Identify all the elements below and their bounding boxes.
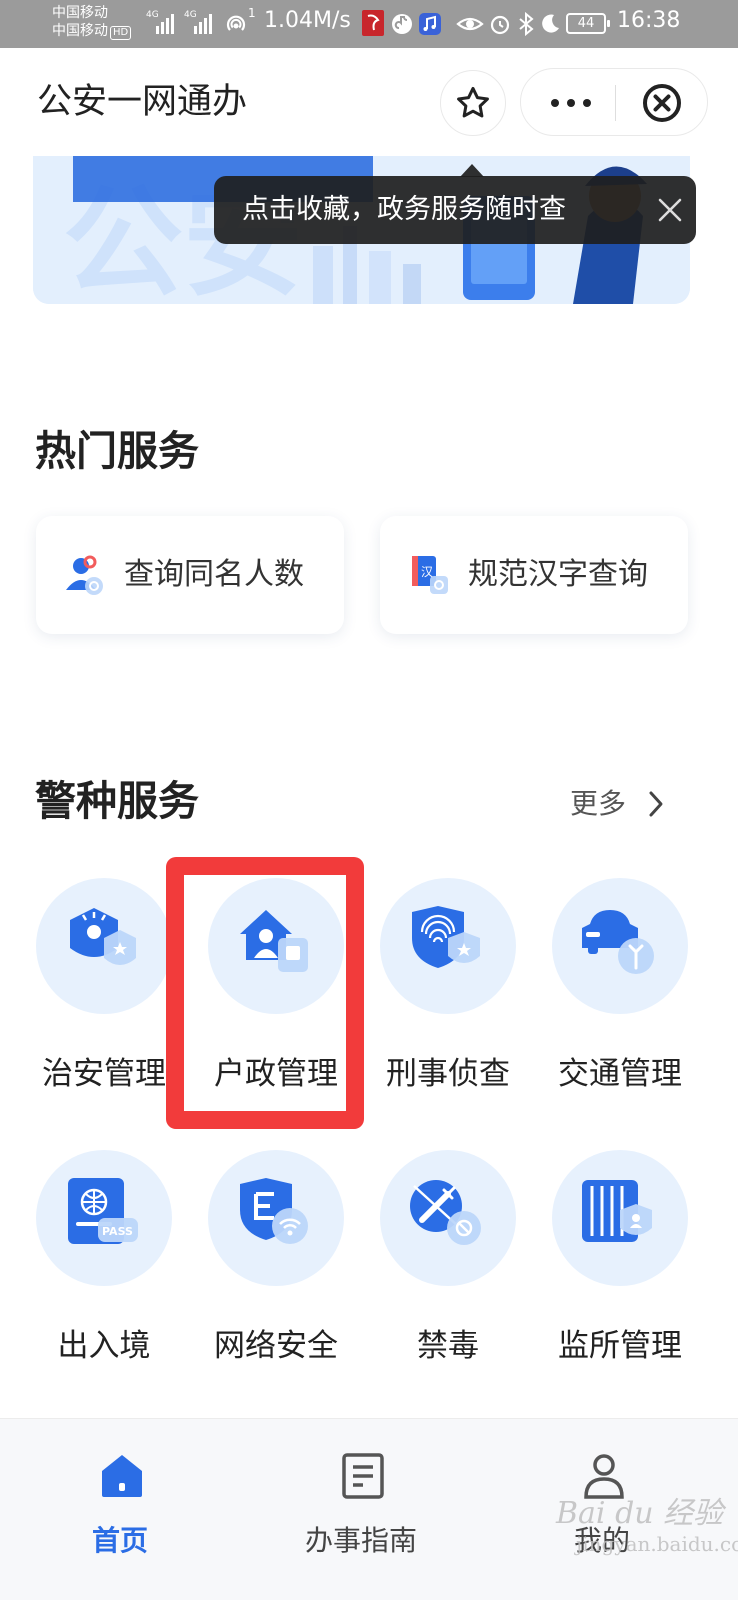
- signal-icon-2: 4G: [184, 10, 212, 34]
- hot-service-label: 规范汉字查询: [468, 557, 648, 592]
- hot-service-same-name-query[interactable]: 查询同名人数: [36, 516, 344, 634]
- alarm-icon: [490, 15, 510, 35]
- favorite-tooltip: 点击收藏，政务服务随时查: [214, 176, 696, 244]
- tab-home[interactable]: 首页: [40, 1419, 200, 1600]
- prison-icon: [582, 1180, 652, 1242]
- battery-indicator: 44: [566, 13, 610, 34]
- chevron-right-icon: [649, 791, 663, 817]
- svg-text:汉: 汉: [421, 565, 433, 579]
- more-dots-icon[interactable]: [551, 99, 591, 107]
- person-search-icon: [66, 555, 103, 595]
- service-label: 治安管理: [42, 1056, 166, 1092]
- guide-document-icon: [342, 1453, 384, 1499]
- service-label: 网络安全: [214, 1328, 338, 1364]
- service-label: 出入境: [57, 1328, 151, 1364]
- watermark-brand: Bai du 经验: [556, 1496, 724, 1531]
- police-badge-icon: [70, 908, 136, 965]
- highlight-annotation-box: [166, 857, 364, 1129]
- police-services-title: 警种服务: [35, 777, 199, 825]
- tab-label: 首页: [91, 1524, 148, 1557]
- tab-guide[interactable]: 办事指南: [281, 1419, 441, 1600]
- tab-label: 办事指南: [304, 1524, 417, 1557]
- mini-program-capsule: [520, 68, 708, 136]
- watermark: Bai du 经验 jingyan.baidu.com: [556, 1488, 738, 1556]
- carrier-info: 中国移动 中国移动 HD: [52, 4, 132, 40]
- watermark-sub: jingyan.baidu.com: [576, 1532, 738, 1556]
- status-bar: 中国移动 中国移动 HD 4G 4G 1 1.04M/s 44 16:38: [0, 0, 738, 48]
- hot-service-label: 查询同名人数: [124, 557, 304, 592]
- eye-icon: [456, 17, 484, 31]
- more-label: 更多: [570, 787, 627, 820]
- net-speed: 1.04M/s: [264, 8, 351, 33]
- service-label: 交通管理: [558, 1056, 682, 1092]
- hot-services-title: 热门服务: [35, 427, 199, 475]
- signal-icon-1: 4G: [146, 10, 174, 34]
- carrier-1: 中国移动: [52, 5, 108, 21]
- tooltip-text: 点击收藏，政务服务随时查: [242, 194, 566, 225]
- hotspot-count: 1: [248, 6, 256, 20]
- no-drugs-icon: [410, 1180, 481, 1245]
- bluetooth-icon: [519, 12, 534, 36]
- service-label: 监所管理: [558, 1328, 682, 1364]
- hotspot-icon: [226, 15, 246, 31]
- app-notification-icon: [362, 10, 384, 36]
- passport-icon: PASS: [68, 1178, 138, 1244]
- tiktok-notification-icon: [392, 14, 412, 34]
- close-circle-icon[interactable]: [641, 82, 683, 124]
- carrier-2: 中国移动: [52, 23, 108, 39]
- car-icon: [582, 910, 654, 974]
- status-time: 16:38: [617, 8, 681, 33]
- close-icon[interactable]: [656, 196, 684, 224]
- home-icon: [102, 1455, 142, 1497]
- favorite-button[interactable]: [440, 70, 506, 136]
- service-label: 禁毒: [417, 1328, 479, 1364]
- hot-service-standard-chinese-query[interactable]: 汉 规范汉字查询: [380, 516, 688, 634]
- service-label: 刑事侦查: [386, 1056, 510, 1092]
- music-notification-icon: [419, 13, 441, 35]
- hd-badge: HD: [110, 26, 132, 40]
- fingerprint-shield-icon: [412, 906, 480, 968]
- svg-text:PASS: PASS: [102, 1225, 133, 1238]
- network-shield-icon: [240, 1178, 308, 1244]
- star-icon: [457, 86, 489, 118]
- do-not-disturb-moon-icon: [542, 14, 559, 33]
- page-title: 公安一网通办: [37, 82, 248, 122]
- chinese-character-icon: 汉: [412, 556, 448, 594]
- more-link[interactable]: 更多: [570, 784, 664, 824]
